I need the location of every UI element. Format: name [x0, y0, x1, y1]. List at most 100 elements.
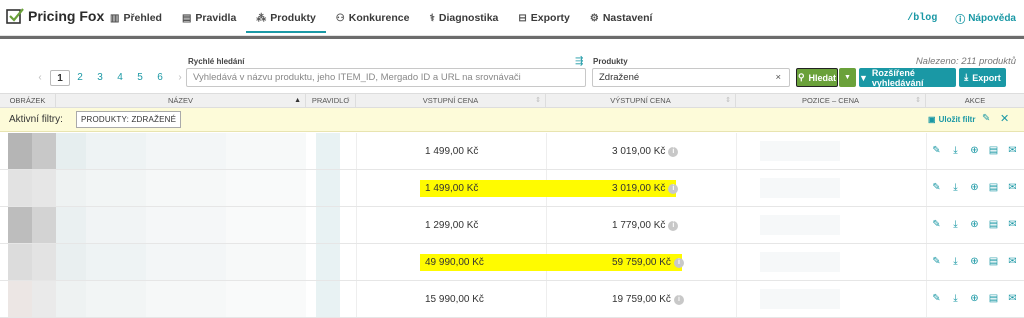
product-name-redacted [86, 133, 146, 169]
download-icon[interactable]: ⤓ [949, 181, 962, 194]
menu-item-konkurence[interactable]: ⚇ Konkurence [326, 0, 420, 36]
products-select[interactable]: Zdražené × [592, 68, 790, 87]
zoom-icon[interactable]: ⊕ [968, 181, 981, 194]
menu-item-exporty[interactable]: ⊟ Exporty [508, 0, 579, 36]
found-count: Nalezeno: 211 produktů [915, 56, 1016, 67]
info-icon[interactable]: i [673, 257, 684, 268]
input-price: 1 299,00 Kč [425, 220, 479, 231]
col-header-label: VÝSTUPNÍ CENA [610, 96, 671, 105]
table-row[interactable]: 1 499,00 Kč 3 019,00 Kč i ✎ ⤓ ⊕ ▤ ✉ [0, 170, 1024, 207]
download-icon[interactable]: ⤓ [949, 218, 962, 231]
position-price-redacted [760, 252, 840, 272]
menu-item-produkty[interactable]: ⁂ Produkty [246, 0, 326, 36]
col-header-output-price[interactable]: VÝSTUPNÍ CENA ⇕ [546, 94, 736, 108]
clear-icon[interactable]: × [775, 72, 781, 83]
input-price: 49 990,00 Kč [425, 257, 484, 268]
top-nav: Pricing Fox ▥ Přehled ▤ Pravidla ⁂ Produ… [0, 0, 1024, 36]
table-row[interactable]: 1 299,00 Kč 1 779,00 Kč i ✎ ⤓ ⊕ ▤ ✉ [0, 207, 1024, 244]
close-filter-icon[interactable]: ✕ [1000, 112, 1009, 125]
archive-icon[interactable]: ▤ [987, 292, 1000, 305]
product-image [8, 170, 32, 206]
export-button[interactable]: ⤓ Export [959, 68, 1006, 87]
download-icon[interactable]: ⤓ [949, 292, 962, 305]
zoom-icon[interactable]: ⊕ [968, 218, 981, 231]
filter-settings-icon[interactable]: ⇶ [575, 56, 583, 67]
menu-item-prehled[interactable]: ▥ Přehled [100, 0, 172, 36]
archive-icon[interactable]: ▤ [987, 255, 1000, 268]
rule-cell-redacted [316, 281, 340, 317]
archive-icon[interactable]: ▤ [987, 181, 1000, 194]
column-separator [926, 170, 927, 206]
menu-item-nastaveni[interactable]: ⚙ Nastavení [580, 0, 663, 36]
col-header-input-price[interactable]: VSTUPNÍ CENA ⇕ [356, 94, 546, 108]
filter-chip[interactable]: PRODUKTY: ZDRAŽENÉ [76, 111, 182, 128]
column-separator [356, 170, 357, 206]
col-header-actions: AKCE [926, 94, 1024, 108]
output-price: 3 019,00 Kč [612, 146, 666, 157]
zoom-icon[interactable]: ⊕ [968, 255, 981, 268]
table-row[interactable]: 1 499,00 Kč 3 019,00 Kč i ✎ ⤓ ⊕ ▤ ✉ [0, 133, 1024, 170]
info-icon[interactable]: i [668, 183, 679, 194]
mail-icon[interactable]: ✉ [1006, 181, 1019, 194]
advanced-search-button[interactable]: ▼ Rozšířené vyhledávání [859, 68, 956, 88]
col-header-label: PRAVIDLO [311, 96, 350, 105]
export-icon: ⊟ [518, 12, 527, 24]
logo[interactable]: Pricing Fox [6, 7, 104, 25]
edit-icon[interactable]: ✎ [930, 292, 943, 305]
info-icon[interactable]: i [668, 220, 679, 231]
col-header-label: OBRÁZEK [9, 96, 46, 105]
mail-icon[interactable]: ✉ [1006, 218, 1019, 231]
mail-icon[interactable]: ✉ [1006, 144, 1019, 157]
divider [0, 36, 1024, 39]
col-header-name[interactable]: NÁZEV ▲ [56, 94, 306, 108]
page-5[interactable]: 5 [130, 70, 150, 86]
product-name-redacted [226, 281, 306, 317]
search-button-label: Hledat [808, 72, 837, 83]
download-icon[interactable]: ⤓ [949, 144, 962, 157]
col-header-position-price[interactable]: POZICE – CENA ⇕ [736, 94, 926, 108]
menu-item-diagnostika[interactable]: ⚕ Diagnostika [419, 0, 508, 36]
blog-link[interactable]: /blog [907, 13, 937, 24]
edit-filter-icon[interactable]: ✎ [982, 113, 990, 124]
info-icon[interactable]: i [668, 146, 679, 157]
mail-icon[interactable]: ✉ [1006, 255, 1019, 268]
edit-icon[interactable]: ✎ [930, 255, 943, 268]
save-filter-button[interactable]: ▣ Uložit filtr [928, 115, 975, 124]
product-image [32, 281, 56, 317]
edit-icon[interactable]: ✎ [930, 218, 943, 231]
mail-icon[interactable]: ✉ [1006, 292, 1019, 305]
archive-icon[interactable]: ▤ [987, 218, 1000, 231]
edit-icon[interactable]: ✎ [930, 144, 943, 157]
download-icon[interactable]: ⤓ [949, 255, 962, 268]
quick-search-input[interactable]: Vyhledává v názvu produktu, jeho ITEM_ID… [186, 68, 586, 87]
search-dropdown-button[interactable]: ▼ [839, 68, 856, 87]
product-image [8, 207, 32, 243]
page-3[interactable]: 3 [90, 70, 110, 86]
page-6[interactable]: 6 [150, 70, 170, 86]
search-button[interactable]: ⚲ Hledat [796, 68, 838, 87]
column-separator [736, 281, 737, 317]
zoom-icon[interactable]: ⊕ [968, 144, 981, 157]
zoom-icon[interactable]: ⊕ [968, 292, 981, 305]
prev-page-button[interactable]: ‹ [30, 70, 50, 86]
table-row[interactable]: 15 990,00 Kč 19 759,00 Kč i ✎ ⤓ ⊕ ▤ ✉ [0, 281, 1024, 318]
position-price-redacted [760, 178, 840, 198]
product-name-redacted [86, 281, 146, 317]
page-2[interactable]: 2 [70, 70, 90, 86]
rule-cell-redacted [316, 133, 340, 169]
info-icon[interactable]: i [673, 294, 684, 305]
pagination: ‹ 1 2 3 4 5 6 › [30, 70, 190, 86]
column-separator [356, 244, 357, 280]
page-1[interactable]: 1 [50, 70, 70, 86]
edit-icon[interactable]: ✎ [930, 181, 943, 194]
menu-item-pravidla[interactable]: ▤ Pravidla [172, 0, 246, 36]
archive-icon[interactable]: ▤ [987, 144, 1000, 157]
help-link[interactable]: ⓘ Nápověda [955, 11, 1016, 26]
col-header-rule[interactable]: PRAVIDLO ⇕ [306, 94, 356, 108]
table-row[interactable]: 49 990,00 Kč 59 759,00 Kč i ✎ ⤓ ⊕ ▤ ✉ [0, 244, 1024, 281]
column-separator [356, 133, 357, 169]
products-label: Produkty [593, 57, 628, 66]
rule-cell-redacted [316, 207, 340, 243]
page-4[interactable]: 4 [110, 70, 130, 86]
product-name-redacted [226, 244, 306, 280]
